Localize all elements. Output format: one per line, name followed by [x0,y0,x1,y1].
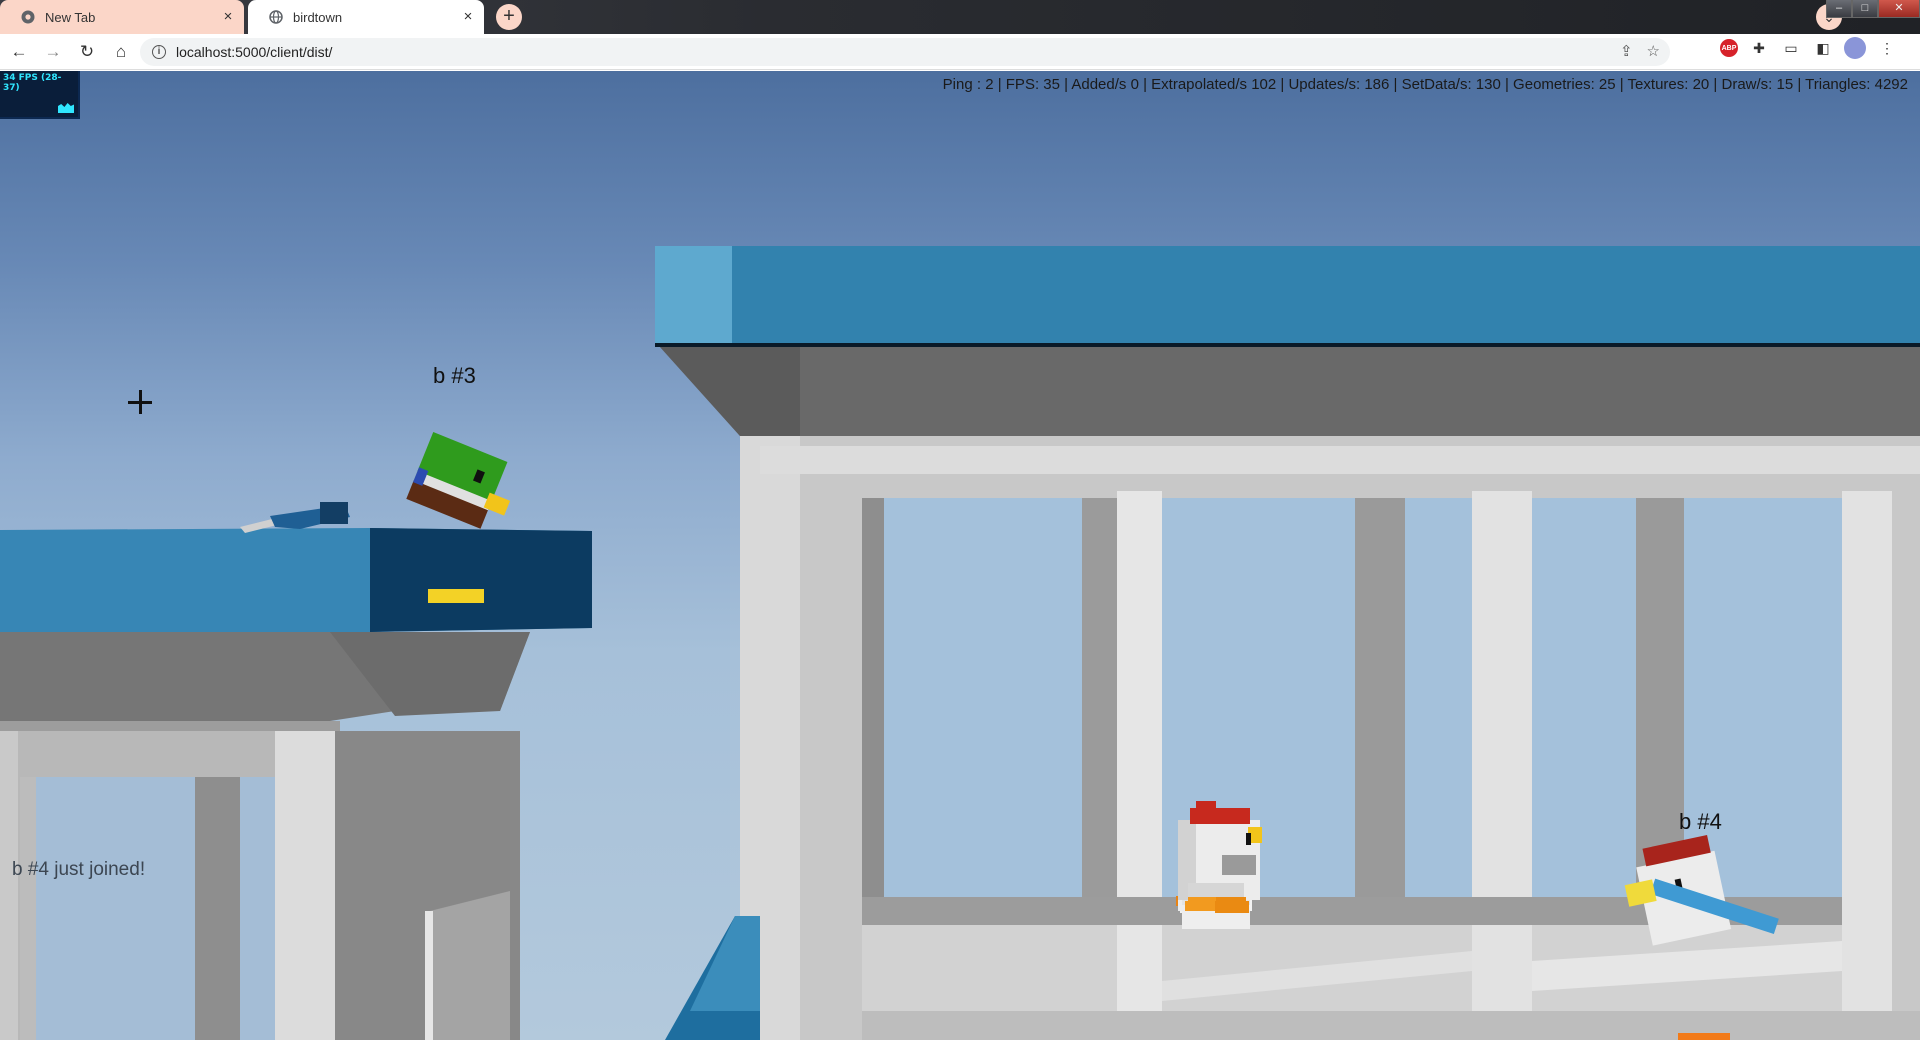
puzzle-icon[interactable]: ✚ [1748,37,1770,59]
tab-title: New Tab [45,9,96,25]
player-name-tag-b3: b #3 [433,363,476,388]
duck-player-b3 [406,432,511,529]
extensions-bar: ABP ✚ ▭ ◧ ⋮ [1720,37,1898,59]
maximize-button[interactable]: □ [1852,0,1878,18]
crosshair-icon [128,390,152,414]
sidepanel-icon[interactable]: ◧ [1812,37,1834,59]
home-button[interactable]: ⌂ [106,37,136,67]
cast-icon[interactable]: ▭ [1780,37,1802,59]
chrome-icon [21,10,35,24]
globe-icon [269,10,283,24]
browser-toolbar: ← → ↻ ⌂ i localhost:5000/client/dist/ ⇪ … [0,34,1920,70]
player-name-tag-b4: b #4 [1679,809,1722,834]
fps-graph [58,103,74,113]
duck-feet [428,589,484,603]
url-text[interactable]: localhost:5000/client/dist/ [176,44,332,60]
close-window-button[interactable]: ✕ [1878,0,1920,18]
close-tab-icon[interactable]: × [460,9,476,25]
share-icon[interactable]: ⇪ [1620,42,1633,60]
fps-meter: 34 FPS (28-37) [0,71,80,119]
chicken-b4-feet [1678,1033,1730,1040]
menu-icon[interactable]: ⋮ [1876,37,1898,59]
new-tab-button[interactable]: + [496,4,522,30]
forward-button[interactable]: → [38,37,68,67]
right-building [655,246,1920,1040]
back-button[interactable]: ← [4,37,34,67]
fps-meter-text: 34 FPS (28-37) [3,73,62,93]
star-icon[interactable]: ☆ [1647,42,1660,60]
game-canvas[interactable]: 34 FPS (28-37) Ping : 2 | FPS: 35 | Adde… [0,71,1920,1040]
info-icon[interactable]: i [152,45,166,59]
tab-new-tab[interactable]: New Tab × [0,0,244,34]
tab-title: birdtown [293,9,343,25]
game-scene [0,246,1920,1040]
address-bar[interactable]: i localhost:5000/client/dist/ ⇪ ☆ [140,38,1670,66]
chat-message: b #4 just joined! [12,859,146,880]
network-stats: Ping : 2 | FPS: 35 | Added/s 0 | Extrapo… [942,76,1908,93]
reload-button[interactable]: ↻ [72,37,102,67]
window-controls: – □ ✕ [1826,0,1920,20]
adblock-icon[interactable]: ABP [1720,39,1738,57]
close-tab-icon[interactable]: × [220,9,236,25]
tab-birdtown[interactable]: birdtown × [248,0,484,34]
left-building [0,528,592,1040]
chicken-player-unnamed [1176,801,1262,929]
tab-strip: New Tab × birdtown × + ⌄ – □ ✕ [0,0,1920,34]
minimize-button[interactable]: – [1826,0,1852,18]
avatar-icon[interactable] [1844,37,1866,59]
